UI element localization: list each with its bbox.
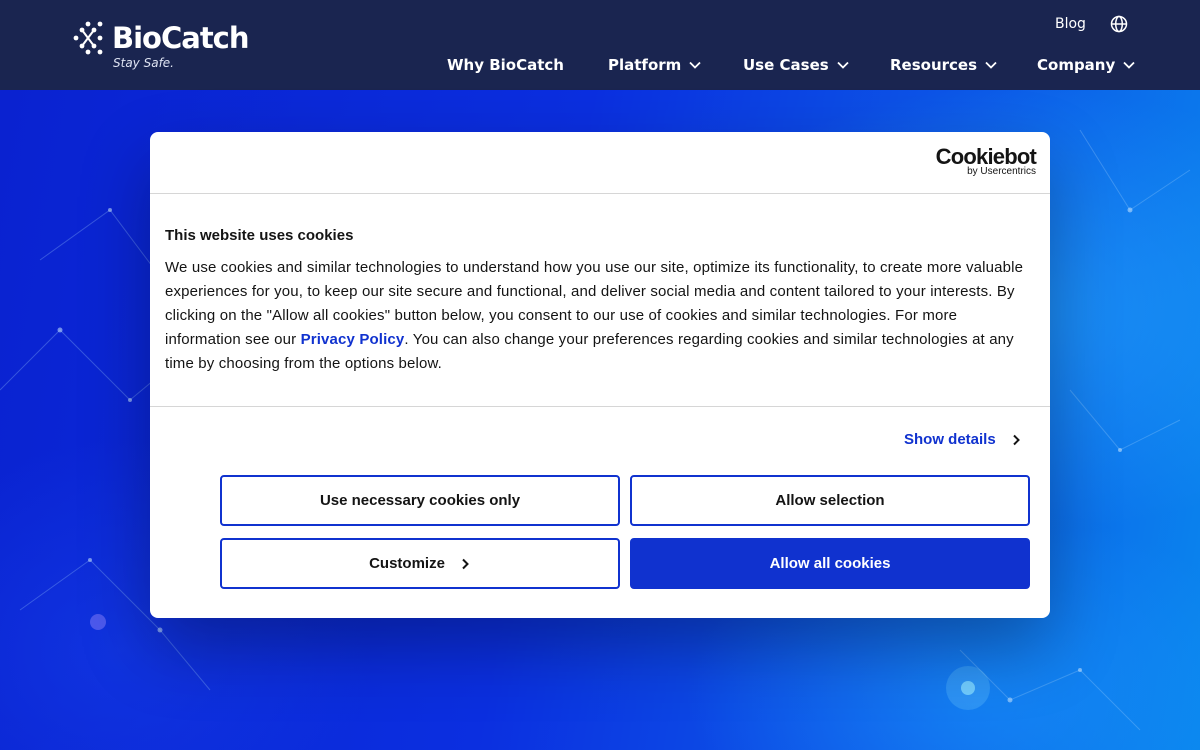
nav-resources[interactable]: Resources [890,54,998,76]
site-header: BioCatch Stay Safe. Blog Why BioCatch Pl… [0,0,1200,90]
chevron-down-icon [1123,61,1135,69]
biocatch-logo[interactable]: BioCatch Stay Safe. [72,18,252,74]
biocatch-mark-icon [73,21,103,55]
logo-wordmark: BioCatch [112,21,250,55]
necessary-cookies-button[interactable]: Use necessary cookies only [220,475,620,526]
dialog-title: This website uses cookies [165,227,354,244]
button-label: Use necessary cookies only [319,492,521,509]
cookiebot-subtitle: by Usercentrics [967,166,1036,177]
nav-why-biocatch[interactable]: Why BioCatch [447,54,564,76]
nav-platform[interactable]: Platform [608,54,702,76]
allow-all-cookies-button[interactable]: Allow all cookies [630,538,1030,589]
globe-icon[interactable] [1109,14,1129,34]
nav-label: Company [1037,56,1116,74]
allow-selection-button[interactable]: Allow selection [630,475,1030,526]
divider [150,193,1050,194]
logo-tagline: Stay Safe. [113,56,174,70]
button-label: Allow selection [775,492,885,509]
chevron-right-icon [1012,434,1020,446]
show-details-link[interactable]: Show details [904,430,1022,450]
nav-label: Use Cases [743,56,829,74]
show-details-label: Show details [904,431,996,448]
nav-company[interactable]: Company [1037,54,1136,76]
nav-label: Why BioCatch [447,56,564,74]
dialog-header: Cookiebot by Usercentrics [150,132,1050,193]
divider [150,406,1050,407]
cookiebot-logo[interactable]: Cookiebot by Usercentrics [932,145,1037,179]
cookie-consent-dialog: Cookiebot by Usercentrics This website u… [150,132,1050,618]
chevron-right-icon [462,558,469,569]
nav-label: Resources [890,56,978,74]
privacy-policy-link[interactable]: Privacy Policy [301,331,405,348]
button-label: Customize [369,555,445,572]
nav-use-cases[interactable]: Use Cases [743,54,850,76]
chevron-down-icon [837,61,849,69]
chevron-down-icon [985,61,997,69]
chevron-down-icon [689,61,701,69]
dialog-body-text: We use cookies and similar technologies … [165,256,1037,376]
button-label: Allow all cookies [769,555,891,572]
nav-label: Platform [608,56,682,74]
blog-link[interactable]: Blog [1055,14,1086,34]
customize-button[interactable]: Customize [220,538,620,589]
